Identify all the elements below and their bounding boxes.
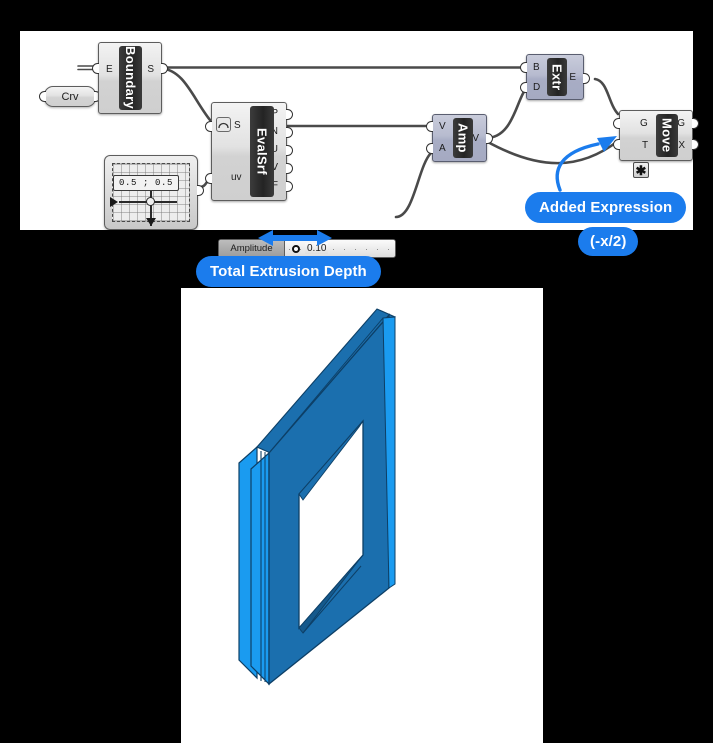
move-port-T: T	[642, 140, 649, 151]
md-slider[interactable]: 0.5 ; 0.5	[104, 155, 204, 230]
rhino-viewport[interactable]	[181, 288, 543, 743]
amp-port-V-out: V	[472, 133, 479, 144]
move-port-G-out: G	[677, 118, 685, 129]
extr-port-D: D	[533, 82, 541, 93]
boundary-output-nub-s[interactable]	[161, 63, 168, 74]
md-slider-value: 0.5 ; 0.5	[113, 175, 179, 191]
evalsrf-name-label: EvalSrf	[250, 106, 274, 197]
move-port-X: X	[678, 140, 685, 151]
evalsrf-output-nub-v[interactable]	[286, 163, 293, 174]
asterisk-icon[interactable]: ✱	[633, 162, 649, 178]
move-input-nub-t[interactable]	[613, 139, 620, 150]
evalsrf-input-nub-uv[interactable]	[205, 173, 212, 184]
component-extr[interactable]: B D E Extr	[520, 54, 590, 100]
evalsrf-output-nub-p[interactable]	[286, 109, 293, 120]
extr-input-nub-d[interactable]	[520, 82, 527, 93]
evalsrf-output-nub-f[interactable]	[286, 181, 293, 192]
boundary-port-S: S	[147, 64, 154, 75]
component-evalsrf[interactable]: S uv P N U V F EvalSrf	[205, 102, 293, 201]
extr-input-nub-b[interactable]	[520, 62, 527, 73]
move-output-nub-x[interactable]	[692, 139, 699, 150]
evalsrf-port-uv: uv	[231, 172, 242, 183]
crv-input-nub[interactable]	[39, 91, 46, 102]
amp-port-A: A	[439, 143, 446, 154]
md-slider-handle-bottom[interactable]	[146, 218, 156, 226]
amplitude-slider-output-nub[interactable]	[395, 244, 396, 255]
evalsrf-port-S: S	[234, 120, 241, 131]
md-slider-output-nub[interactable]	[197, 185, 204, 196]
evalsrf-output-nub-u[interactable]	[286, 145, 293, 156]
amplitude-slider-thumb[interactable]	[292, 245, 300, 253]
boundary-input-nub-e[interactable]	[92, 63, 99, 74]
move-name-label: Move	[656, 114, 678, 157]
frame-geometry	[181, 288, 543, 743]
component-boundary[interactable]: E S Boundary	[92, 42, 168, 114]
amp-output-nub-v[interactable]	[486, 133, 493, 144]
amplitude-slider-label: Amplitude	[219, 240, 285, 257]
extr-port-E: E	[569, 72, 576, 83]
param-crv-label: Crv	[61, 90, 79, 103]
component-amp[interactable]: V A V Amp	[426, 114, 493, 162]
callout-total-extrusion-depth: Total Extrusion Depth	[196, 256, 381, 287]
boundary-name-label: Boundary	[119, 46, 142, 110]
move-output-nub-g[interactable]	[692, 118, 699, 129]
move-port-G-in: G	[640, 118, 648, 129]
amp-name-label: Amp	[453, 118, 473, 158]
md-slider-handle-left[interactable]	[110, 197, 118, 207]
amplitude-slider-track[interactable]: 0.10	[285, 240, 395, 257]
arc-glyph-icon	[218, 122, 229, 129]
surface-glyph-icon	[216, 117, 231, 132]
evalsrf-input-nub-s[interactable]	[205, 121, 212, 132]
param-crv[interactable]: Crv	[39, 86, 101, 107]
evalsrf-output-nub-n[interactable]	[286, 127, 293, 138]
extr-name-label: Extr	[547, 58, 567, 96]
amp-input-nub-v[interactable]	[426, 121, 433, 132]
extr-output-nub-e[interactable]	[583, 73, 590, 84]
move-input-nub-g[interactable]	[613, 118, 620, 129]
amp-port-V-in: V	[439, 121, 446, 132]
screenshot-root: Crv E S Boundary S uv P N U V F EvalSrf …	[0, 0, 713, 743]
amplitude-slider-value: 0.10	[305, 243, 329, 254]
component-move[interactable]: G T G X Move	[613, 110, 699, 161]
md-slider-knob[interactable]	[146, 197, 155, 206]
callout-added-expression: Added Expression	[525, 192, 687, 223]
extr-port-B: B	[533, 62, 540, 73]
amp-input-nub-a[interactable]	[426, 143, 433, 154]
boundary-port-E: E	[106, 64, 113, 75]
callout-expression-value: (-x/2)	[578, 227, 639, 256]
